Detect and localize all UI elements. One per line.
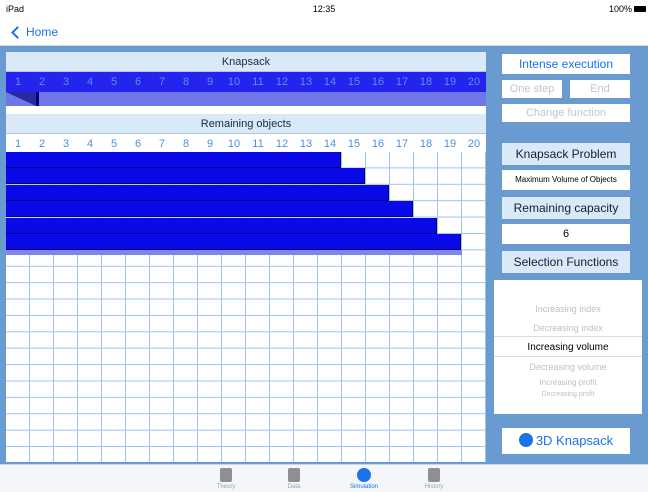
column-number: 9	[206, 138, 214, 150]
knapsack-title: Knapsack	[6, 52, 486, 72]
knapsack-item-shape	[6, 92, 39, 106]
knapsack-3d-label: 3D Knapsack	[535, 433, 614, 448]
column-number: 19	[443, 76, 457, 88]
column-number: 11	[252, 138, 264, 150]
picker-divider	[494, 336, 642, 337]
column-number: 14	[323, 138, 337, 150]
tab-simulation-label: Simulation	[349, 484, 378, 490]
object-bar	[6, 217, 437, 234]
column-number: 16	[371, 138, 385, 150]
column-number: 9	[206, 76, 214, 88]
column-number: 19	[443, 138, 457, 150]
column-number: 2	[38, 76, 46, 88]
column-number: 4	[86, 138, 94, 150]
object-bar	[6, 152, 341, 168]
column-number: 1	[14, 138, 22, 150]
book-icon	[428, 468, 440, 482]
document-icon	[220, 468, 232, 482]
option-increasing-profit[interactable]: Increasing profit	[494, 378, 642, 387]
column-number: 6	[134, 76, 142, 88]
column-number: 8	[182, 76, 190, 88]
column-number: 7	[158, 76, 166, 88]
knapsack-3d-button[interactable]: 3D Knapsack	[502, 428, 630, 454]
end-button[interactable]: End	[570, 80, 630, 98]
option-decreasing-volume[interactable]: Decreasing volume	[494, 362, 642, 372]
column-number: 17	[395, 138, 409, 150]
battery-label: 100%	[608, 4, 632, 14]
column-number: 12	[275, 138, 289, 150]
selection-functions-header: Selection Functions	[502, 251, 630, 273]
column-number: 10	[227, 138, 241, 150]
column-number: 6	[134, 138, 142, 150]
column-number: 20	[467, 76, 481, 88]
knapsack-problem-header: Knapsack Problem	[502, 143, 630, 165]
column-number: 13	[299, 76, 313, 88]
column-number: 12	[275, 76, 289, 88]
problem-type-field[interactable]: Maximum Volume of Objects	[502, 170, 630, 190]
knapsack-number-row: 1 2 3 4 5 6 7 8 9 10 11 12 13 14 15 16 17 18 19 20	[6, 72, 486, 92]
column-number: 5	[110, 76, 118, 88]
remaining-capacity-header: Remaining capacity	[502, 197, 630, 219]
column-number: 18	[419, 138, 433, 150]
chart-icon	[288, 468, 300, 482]
clock: 12:35	[312, 4, 336, 14]
intense-execution-button[interactable]: Intense execution	[502, 54, 630, 74]
cube-icon	[518, 433, 533, 447]
column-number: 3	[62, 138, 70, 150]
column-number: 8	[182, 138, 190, 150]
tab-data[interactable]: Data	[264, 468, 324, 490]
selection-function-picker[interactable]: Increasing index Decreasing index Increa…	[494, 280, 642, 414]
tab-bar: Theory Data Simulation History	[0, 464, 648, 492]
column-number: 13	[299, 138, 313, 150]
column-number: 18	[419, 76, 433, 88]
remaining-objects-title: Remaining objects	[6, 114, 486, 134]
column-number: 4	[86, 76, 94, 88]
column-number: 2	[38, 138, 46, 150]
column-number: 7	[158, 138, 166, 150]
column-number: 10	[227, 76, 241, 88]
column-number: 11	[252, 76, 264, 88]
simulation-board: Knapsack 1 2 3 4 5 6 7 8 9 10 11 12 13 14 15 16 17 18 19 20…	[6, 52, 486, 462]
column-number: 3	[62, 76, 70, 88]
gear-icon	[357, 468, 371, 482]
battery-icon	[634, 6, 646, 12]
objects-number-row: 1 2 3 4 5 6 7 8 9 10 11 12 13 14 15 16 17 18 19 20	[6, 136, 486, 152]
picker-divider	[494, 356, 642, 357]
chevron-left-icon	[11, 25, 24, 39]
objects-grid	[6, 152, 486, 462]
navigation-bar: Home	[0, 20, 648, 46]
status-bar: iPad 12:35 100%	[0, 0, 648, 20]
object-bar	[6, 168, 365, 185]
option-increasing-volume[interactable]: Increasing volume	[494, 342, 642, 353]
tab-history[interactable]: History	[404, 468, 464, 490]
object-bar	[6, 201, 413, 218]
control-panel: Intense execution One step End Change fu…	[494, 52, 642, 462]
change-function-button[interactable]: Change function	[502, 104, 630, 122]
option-decreasing-profit[interactable]: Decreasing profit	[494, 391, 642, 398]
home-label: Home	[26, 25, 59, 39]
home-back-button[interactable]: Home	[10, 25, 58, 39]
knapsack-contents	[6, 92, 486, 106]
column-number: 16	[371, 76, 385, 88]
remaining-capacity-value: 6	[502, 224, 630, 244]
column-number: 20	[467, 138, 481, 150]
object-bar	[6, 184, 389, 201]
tab-theory-label: Theory	[216, 484, 236, 490]
column-number: 5	[110, 138, 118, 150]
column-number: 14	[323, 76, 337, 88]
tab-theory[interactable]: Theory	[196, 468, 256, 490]
object-bar	[6, 234, 461, 250]
one-step-button[interactable]: One step	[502, 80, 562, 98]
column-number: 17	[395, 76, 409, 88]
tab-history-label: History	[424, 484, 444, 490]
column-number: 15	[347, 138, 361, 150]
object-bar-shadow	[6, 250, 462, 256]
tab-data-label: Data	[287, 484, 301, 490]
column-number: 15	[347, 76, 361, 88]
option-increasing-index[interactable]: Increasing index	[494, 304, 642, 314]
option-decreasing-index[interactable]: Decreasing index	[494, 323, 642, 333]
column-number: 1	[14, 76, 22, 88]
tab-simulation[interactable]: Simulation	[334, 468, 394, 490]
